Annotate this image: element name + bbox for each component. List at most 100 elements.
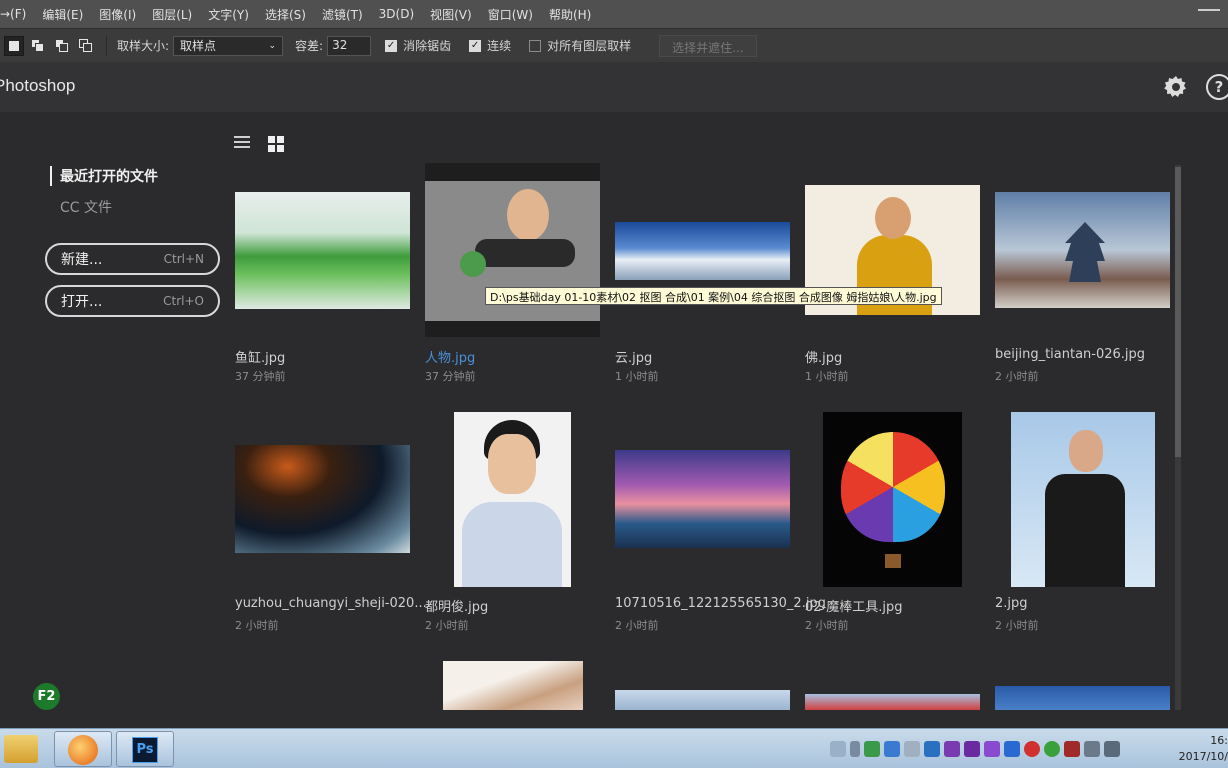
clock-time: 16:	[1210, 734, 1228, 747]
cloud-icon[interactable]	[924, 741, 940, 757]
thumbnail-balloon[interactable]	[823, 412, 962, 587]
file-time: 2 小时前	[995, 619, 1039, 632]
help-icon[interactable]: ?	[1206, 74, 1228, 100]
file-name[interactable]: 10710516_122125565130_2.jpg	[615, 596, 826, 611]
menu-view[interactable]: 视图(V)	[422, 6, 480, 23]
file-name[interactable]: 鱼缸.jpg	[235, 347, 285, 366]
taskbar-app-photoshop[interactable]: Ps	[116, 731, 174, 767]
thumbnail-cloud[interactable]	[615, 222, 790, 280]
menu-help[interactable]: 帮助(H)	[541, 6, 599, 23]
jacket-body-shape	[1045, 474, 1125, 587]
menu-file[interactable]: →(F)	[0, 7, 34, 21]
list-view-icon[interactable]	[234, 136, 250, 150]
thumbnail-man-jacket[interactable]	[1011, 412, 1155, 587]
box-icon[interactable]	[884, 741, 900, 757]
menu-filter[interactable]: 滤镜(T)	[314, 6, 371, 23]
file-name[interactable]: 都明俊.jpg	[425, 596, 488, 615]
taskbar-app-browser[interactable]	[54, 731, 112, 767]
app-icon-violet[interactable]	[984, 741, 1000, 757]
jacket-man-head-shape	[1069, 430, 1103, 472]
scrollbar[interactable]	[1175, 165, 1181, 710]
open-button[interactable]: 打开... Ctrl+O	[45, 285, 220, 317]
monk-head-shape	[875, 197, 911, 239]
thumbnail-city[interactable]	[615, 450, 790, 548]
cursor-highlight-icon	[460, 251, 486, 277]
thumbnail-fish-tank[interactable]	[235, 192, 410, 309]
thumbnail-hat-woman[interactable]	[443, 661, 583, 710]
thumbnail-row3-c[interactable]	[805, 694, 980, 710]
volume-icon[interactable]	[1104, 741, 1120, 757]
microphone-icon[interactable]	[850, 741, 860, 757]
scrollbar-thumb[interactable]	[1175, 167, 1181, 457]
sample-size-select[interactable]: 取样点 ⌄	[173, 35, 284, 56]
browser-icon	[68, 735, 98, 765]
file-name[interactable]: 人物.jpg	[425, 347, 475, 366]
balloon-shape	[841, 432, 945, 542]
menu-edit[interactable]: 编辑(E)	[34, 6, 91, 23]
menu-3d[interactable]: 3D(D)	[371, 7, 422, 21]
thumbnail-row3-d[interactable]	[995, 686, 1170, 710]
network-users-icon[interactable]	[864, 741, 880, 757]
file-time: 1 小时前	[615, 370, 659, 383]
new-button[interactable]: 新建... Ctrl+N	[45, 243, 220, 275]
file-explorer-icon[interactable]	[4, 735, 38, 763]
all-layers-checkbox[interactable]	[529, 39, 542, 52]
thumbnail-space[interactable]	[235, 445, 410, 553]
file-name[interactable]: 云.jpg	[615, 347, 652, 366]
menu-window[interactable]: 窗口(W)	[480, 6, 541, 23]
intersect-selection-button[interactable]	[76, 36, 96, 56]
intersect-selection-icon	[79, 38, 93, 53]
person-body-shape	[475, 239, 575, 267]
f2-badge: F2	[33, 683, 60, 710]
file-time: 2 小时前	[615, 619, 659, 632]
grid-view-icon[interactable]	[268, 136, 284, 152]
menu-layer[interactable]: 图层(L)	[144, 6, 200, 23]
clock-date: 2017/10/	[1178, 750, 1228, 763]
thumbnail-temple[interactable]	[995, 192, 1170, 308]
signal-icon[interactable]	[1084, 741, 1100, 757]
menu-image[interactable]: 图像(I)	[91, 6, 144, 23]
new-selection-button[interactable]	[4, 35, 24, 56]
add-selection-button[interactable]	[28, 36, 48, 56]
security-check-icon[interactable]	[1044, 741, 1060, 757]
menu-type[interactable]: 文字(Y)	[200, 6, 257, 23]
subtract-selection-button[interactable]	[52, 36, 72, 56]
chevron-down-icon: ⌄	[268, 40, 277, 51]
antialias-checkbox[interactable]: ✓	[385, 39, 398, 52]
thumbnail-man-portrait[interactable]	[454, 412, 571, 587]
file-name[interactable]: yuzhou_chuangyi_sheji-020....	[235, 596, 431, 611]
qq-icon[interactable]	[1024, 741, 1040, 757]
file-name[interactable]: 02-魔棒工具.jpg	[805, 596, 902, 615]
app-icon-purple-2[interactable]	[964, 741, 980, 757]
file-time: 37 分钟前	[425, 370, 476, 383]
file-name[interactable]: 佛.jpg	[805, 347, 842, 366]
link-icon[interactable]	[904, 741, 920, 757]
contiguous-checkbox[interactable]: ✓	[469, 39, 482, 52]
printer-icon[interactable]	[1064, 741, 1080, 757]
divider	[106, 35, 107, 56]
subtract-selection-icon	[55, 38, 69, 53]
menu-select[interactable]: 选择(S)	[257, 6, 314, 23]
file-name[interactable]: beijing_tiantan-026.jpg	[995, 347, 1145, 362]
file-time: 2 小时前	[805, 619, 849, 632]
sample-size-label: 取样大小:	[117, 39, 170, 53]
app-icon-purple[interactable]	[944, 741, 960, 757]
thumbnail-row3-b[interactable]	[615, 690, 790, 710]
file-time: 2 小时前	[235, 619, 279, 632]
file-time: 37 分钟前	[235, 370, 286, 383]
keyboard-icon[interactable]	[830, 741, 846, 757]
add-selection-icon	[31, 38, 45, 53]
minimize-icon[interactable]	[1198, 9, 1220, 11]
sidebar-item-cc-files[interactable]: CC 文件	[60, 197, 112, 217]
system-tray	[830, 741, 1120, 757]
shield-icon[interactable]	[1004, 741, 1020, 757]
file-name[interactable]: 2.jpg	[995, 596, 1028, 611]
start-header: Photoshop	[0, 62, 1228, 112]
contiguous-label: 连续	[487, 39, 512, 53]
tolerance-input[interactable]: 32	[327, 35, 372, 56]
sidebar-item-recent[interactable]: 最近打开的文件	[50, 166, 158, 186]
gear-icon[interactable]	[1164, 75, 1188, 99]
clock[interactable]: 16: 2017/10/	[1172, 733, 1228, 765]
select-and-mask-button[interactable]: 选择并遮住...	[659, 34, 757, 57]
antialias-label: 消除锯齿	[403, 39, 452, 53]
